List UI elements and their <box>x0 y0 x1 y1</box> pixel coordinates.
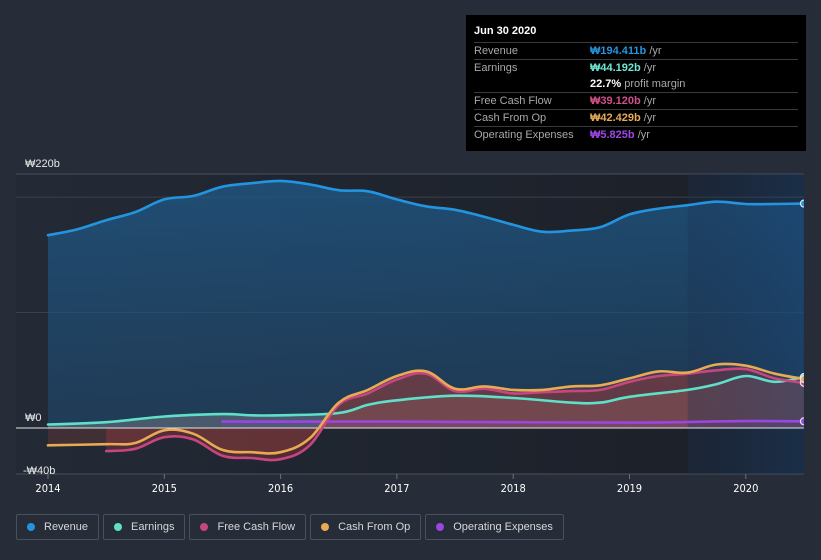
x-tick-label: 2015 <box>152 482 177 495</box>
legend-label: Earnings <box>131 521 175 533</box>
x-tick-label: 2014 <box>35 482 60 495</box>
x-tick-label: 2017 <box>384 482 409 495</box>
y-tick-label: -₩40b <box>23 465 55 477</box>
tooltip-rows: Revenue ₩194.411b /yr Earnings ₩44.192b /yr… <box>474 43 798 143</box>
legend-label: Cash From Op <box>338 521 411 533</box>
operating-expenses-line <box>221 419 806 424</box>
tooltip-value: ₩194.411b /yr <box>590 45 662 57</box>
tooltip-row: 22.7% profit margin <box>474 76 798 93</box>
tooltip-label: Earnings <box>474 62 518 74</box>
y-tick-label: ₩220b <box>25 158 60 170</box>
tooltip-value: 22.7% profit margin <box>590 78 686 90</box>
legend-dot-icon <box>321 523 330 531</box>
y-tick-label: ₩0 <box>25 412 42 424</box>
legend-item-operating-expenses[interactable]: Operating Expenses <box>425 514 564 540</box>
tooltip-label: Free Cash Flow <box>474 95 552 107</box>
plot-right-margin <box>803 174 821 474</box>
tooltip-value: ₩42.429b /yr <box>590 112 657 124</box>
x-tick-label: 2020 <box>733 482 758 495</box>
legend-item-free-cash-flow[interactable]: Free Cash Flow <box>189 514 307 540</box>
tooltip-label <box>474 76 590 92</box>
tooltip-date: Jun 30 2020 <box>474 23 798 43</box>
legend: Revenue Earnings Free Cash Flow Cash From O… <box>16 514 564 540</box>
x-tick-label: 2019 <box>617 482 642 495</box>
legend-item-cash-from-op[interactable]: Cash From Op <box>310 514 422 540</box>
legend-label: Free Cash Flow <box>217 521 296 533</box>
x-tick-label: 2018 <box>501 482 526 495</box>
legend-label: Revenue <box>44 521 89 533</box>
legend-dot-icon <box>27 523 35 531</box>
tooltip-row: Cash From Op ₩42.429b /yr <box>474 110 798 127</box>
x-tick-label: 2016 <box>268 482 293 495</box>
tooltip-label: Revenue <box>474 45 519 57</box>
tooltip-label: Operating Expenses <box>474 129 574 141</box>
tooltip-row: Free Cash Flow ₩39.120b /yr <box>474 93 798 110</box>
tooltip-value: ₩5.825b /yr <box>590 129 650 141</box>
legend-label: Operating Expenses <box>453 521 553 533</box>
legend-item-earnings[interactable]: Earnings <box>103 514 186 540</box>
tooltip-label: Cash From Op <box>474 112 547 124</box>
tooltip-row: Operating Expenses ₩5.825b /yr <box>474 127 798 143</box>
legend-dot-icon <box>200 523 209 531</box>
tooltip: Jun 30 2020 Revenue ₩194.411b /yr Earnings… <box>466 15 806 151</box>
highlight-band <box>687 174 804 474</box>
legend-dot-icon <box>436 523 445 531</box>
tooltip-row: Earnings ₩44.192b /yr <box>474 60 798 76</box>
highlight-band-rect <box>687 174 804 474</box>
tooltip-row: Revenue ₩194.411b /yr <box>474 43 798 60</box>
legend-item-revenue[interactable]: Revenue <box>16 514 100 540</box>
legend-dot-icon <box>114 523 123 531</box>
tooltip-value: ₩39.120b /yr <box>590 95 657 107</box>
tooltip-value: ₩44.192b /yr <box>590 62 657 74</box>
